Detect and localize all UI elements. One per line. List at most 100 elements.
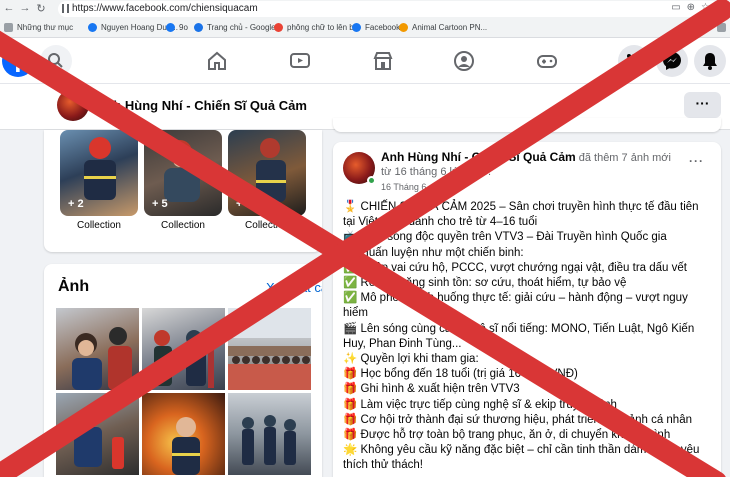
menu-button[interactable]: [618, 45, 650, 77]
photo-image: [154, 328, 214, 388]
globe-icon: [434, 182, 444, 191]
bookmark-item[interactable]: phông chữ to lên b...: [274, 23, 360, 32]
post-line: ✅ Mô phỏng tình huống thực tế: giải cứu …: [343, 292, 688, 320]
forward-icon[interactable]: →: [18, 2, 32, 14]
collection-count: + 5: [152, 198, 168, 210]
post-timestamp[interactable]: 16 Tháng 6 ·: [381, 182, 444, 192]
online-status-dot: [367, 176, 376, 185]
post-author[interactable]: Anh Hùng Nhí - Chiến Sĩ Quả Cảm: [381, 150, 576, 164]
back-icon[interactable]: ←: [2, 2, 16, 14]
groups-icon[interactable]: [453, 50, 475, 72]
folder-icon: [4, 23, 13, 32]
collection-count: + 2: [68, 198, 84, 210]
logo-letter: f: [13, 48, 23, 77]
post-line: 🎖️ CHIẾN SĨ QUẢ CẢM 2025 – Sân chơi truy…: [343, 201, 699, 229]
google-favicon-icon: [274, 23, 283, 32]
photo-thumbnail[interactable]: [228, 393, 311, 475]
search-icon: [48, 53, 63, 68]
previous-post-card: [333, 118, 721, 132]
collection-label[interactable]: Collection: [144, 220, 222, 231]
collection-thumbnail[interactable]: + 2: [228, 130, 306, 216]
bookmark-label: Animal Cartoon PN...: [412, 23, 488, 32]
reload-icon[interactable]: ↻: [34, 2, 48, 15]
facebook-favicon-icon: [352, 23, 361, 32]
post-line: 🌟 Không yêu cầu kỹ năng đặc biệt – chỉ c…: [343, 444, 700, 472]
post-body: 🎖️ CHIẾN SĨ QUẢ CẢM 2025 – Sân chơi truy…: [343, 200, 713, 474]
collection-thumbnail[interactable]: + 2: [60, 130, 138, 216]
collection-count: + 2: [236, 198, 252, 210]
bookmark-item[interactable]: Nguyen Hoang Duo...: [88, 23, 178, 32]
gaming-icon[interactable]: [536, 50, 558, 72]
photo-thumbnail[interactable]: [228, 308, 311, 390]
browser-chrome: ← → ↻ https://www.facebook.com/chiensiqu…: [0, 0, 730, 38]
collection-thumbnail[interactable]: + 5: [144, 130, 222, 216]
page-more-button[interactable]: ···: [684, 92, 721, 118]
all-bookmarks-folder[interactable]: [717, 23, 730, 32]
notifications-button[interactable]: [694, 45, 726, 77]
facebook-favicon-icon: [88, 23, 97, 32]
post-card: Anh Hùng Nhí - Chiến Sĩ Quả Cảm đã thêm …: [333, 142, 721, 477]
url-text[interactable]: https://www.facebook.com/chiensiquacam: [72, 3, 258, 14]
cast-icon[interactable]: ▭: [671, 2, 686, 13]
screenshot-page: ← → ↻ https://www.facebook.com/chiensiqu…: [0, 0, 730, 477]
bookmarks-bar: Những thư mục Nguyen Hoang Duo... 9o Tra…: [0, 19, 730, 38]
marketplace-icon[interactable]: [372, 50, 394, 72]
photo-image: [228, 308, 311, 390]
collections-card: + 2 + 5 + 2 Collection Collection Collec…: [44, 130, 322, 252]
post-line: 🎬 Lên sóng cùng các nghệ sĩ nổi tiếng: M…: [343, 322, 695, 350]
bookmark-item[interactable]: Trang chủ - Google...: [194, 23, 282, 32]
photo-thumbnail[interactable]: [142, 308, 225, 390]
home-icon[interactable]: [206, 50, 228, 72]
post-line: 🎁 Được hỗ trợ toàn bộ trang phục, ăn ở, …: [343, 429, 671, 442]
post-line: 📺 Phát sóng độc quyền trên VTV3 – Đài Tr…: [343, 231, 667, 244]
photo-image: [72, 327, 132, 390]
bookmark-label: Trang chủ - Google...: [207, 23, 283, 32]
search-button[interactable]: [40, 45, 72, 77]
messenger-button[interactable]: [656, 45, 688, 77]
bookmark-label: Những thư mục: [17, 23, 74, 32]
bookmark-item[interactable]: Facebook: [352, 23, 400, 32]
video-icon[interactable]: [289, 50, 311, 72]
bookmark-item[interactable]: 9o: [166, 23, 188, 32]
address-bar[interactable]: https://www.facebook.com/chiensiquacam ▭…: [58, 1, 720, 17]
post-line: 🎁 Ghi hình & xuất hiện trên VTV3: [343, 383, 520, 396]
bookmark-label: phông chữ to lên b...: [287, 23, 361, 32]
collection-label[interactable]: Collection: [228, 220, 306, 231]
post-line: 🎁 Làm việc trực tiếp cùng nghệ sĩ & ekip…: [343, 398, 617, 411]
grid-menu-icon: [627, 54, 641, 68]
photos-card: Ảnh Xem tất cả ảnh: [44, 264, 322, 477]
photo-thumbnail[interactable]: [56, 308, 139, 390]
site-info-icon[interactable]: [62, 4, 69, 13]
bell-icon: [703, 53, 717, 70]
bookmark-label: 9o: [179, 23, 188, 32]
bookmark-item[interactable]: Những thư mục: [4, 23, 73, 32]
facebook-favicon-icon: [166, 23, 175, 32]
photo-image: [74, 407, 124, 469]
facebook-top-bar: f: [0, 38, 730, 84]
photo-thumbnail[interactable]: [56, 393, 139, 475]
post-line: ✨ Quyền lợi khi tham gia:: [343, 353, 479, 366]
address-row: ← → ↻ https://www.facebook.com/chiensiqu…: [0, 0, 730, 19]
post-line: 🎁 Học bổng đến 18 tuổi (trị giá 16 triệu…: [343, 368, 578, 381]
folder-icon: [717, 23, 726, 32]
photo-image: [242, 415, 296, 465]
post-line: ✅ Rèn kỹ năng sinh tồn: sơ cứu, thoát hi…: [343, 277, 627, 290]
bookmark-item[interactable]: Animal Cartoon PN...: [399, 23, 487, 32]
post-header: Anh Hùng Nhí - Chiến Sĩ Quả Cảm đã thêm …: [381, 150, 681, 179]
more-dots-icon: ···: [695, 95, 710, 111]
post-line: 🎁 Cơ hội trở thành đại sứ thương hiệu, p…: [343, 413, 692, 426]
post-line: ✅ Nhập vai cứu hộ, PCCC, vượt chướng ngạ…: [343, 261, 687, 274]
bookmark-star-icon[interactable]: ☆: [701, 2, 716, 13]
collection-label[interactable]: Collection: [60, 220, 138, 231]
bookmark-label: Facebook: [365, 23, 401, 32]
page-title[interactable]: Anh Hùng Nhí - Chiến Sĩ Quả Cảm: [96, 98, 307, 113]
post-date: 16 Tháng 6 ·: [381, 182, 435, 192]
post-line: 🔥 Huấn luyện như một chiến binh:: [343, 246, 524, 259]
zoom-icon[interactable]: ⊕: [687, 2, 701, 13]
photos-title: Ảnh: [58, 278, 90, 295]
photo-thumbnail[interactable]: [142, 393, 225, 475]
page-avatar[interactable]: [57, 89, 89, 121]
facebook-logo-icon[interactable]: f: [2, 45, 34, 77]
see-all-photos-link[interactable]: Xem tất cả ảnh: [266, 280, 322, 295]
post-more-button[interactable]: ···: [689, 154, 704, 168]
